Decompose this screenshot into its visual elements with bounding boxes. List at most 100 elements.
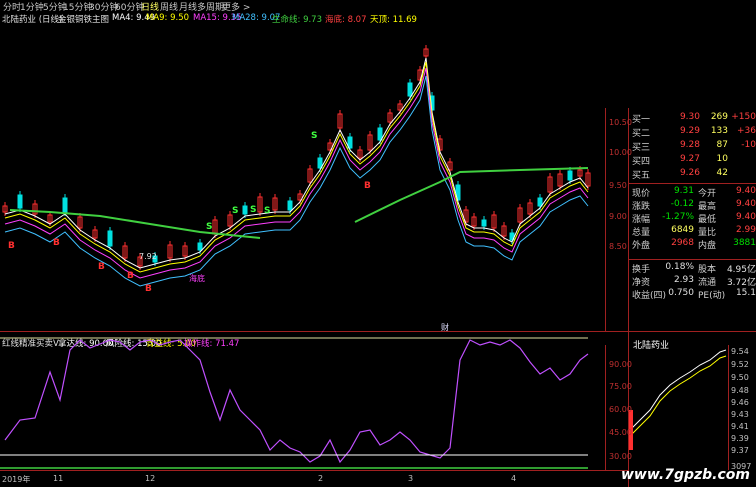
field-label: 涨跌 — [632, 202, 651, 212]
candle-body — [567, 170, 573, 181]
field-value: 9.40 — [735, 199, 756, 209]
field-value: 2.93 — [673, 275, 694, 285]
field-value: 9.31 — [673, 186, 694, 196]
field-label: 内盘 — [698, 241, 717, 251]
field-value: 6849 — [671, 225, 694, 235]
axis-tick-7: 9.39 — [731, 434, 749, 443]
sub-indicator-lines — [0, 337, 589, 469]
finance-row: 换手 0.18% 股本 4.95亿 — [632, 262, 756, 275]
orderbook-volume: 10 — [716, 154, 728, 164]
orderbook-volume: 42 — [716, 168, 728, 178]
field-label: 净资 — [632, 278, 651, 288]
field-value: 0.750 — [668, 288, 694, 298]
field-label: 涨幅 — [632, 215, 651, 225]
sell-signal-4: S — [311, 131, 318, 141]
candle-body — [17, 194, 23, 209]
finance-row: 收益(四) 0.750 PE(动) 15.1 — [632, 288, 756, 301]
orderbook-label: 买四 — [632, 157, 651, 167]
ma15-line — [4, 67, 589, 279]
orderbook-volume: 133 — [710, 126, 728, 136]
field-value: 0.18% — [665, 262, 694, 272]
orderbook-price: 9.27 — [679, 154, 700, 164]
field-value: 4.95亿 — [726, 265, 756, 275]
field-value: 3881 — [733, 238, 756, 248]
axis-tick-0: 90.00 — [609, 360, 632, 369]
axis-tick-6: 9.41 — [731, 422, 749, 431]
date-tick-4: 3 — [408, 474, 414, 483]
quote-row: 涨跌 -0.12 最高 9.40 — [632, 199, 756, 212]
date-tick-5: 4 — [511, 474, 517, 483]
finance-row: 净资 2.93 流通 3.72亿 — [632, 275, 756, 288]
orderbook-change: +36 — [737, 126, 756, 136]
orderbook-label: 买二 — [632, 129, 651, 139]
date-tick-0: 2019年 — [2, 475, 31, 484]
field-label: 最高 — [698, 202, 717, 212]
orderbook-row[interactable]: 买二 9.29 133 +36 — [632, 126, 756, 139]
field-value: 2968 — [671, 238, 694, 248]
axis-tick-3: 9.48 — [731, 386, 749, 395]
axis-tick-2: 9.50 — [731, 373, 749, 382]
lifeline-segment-2 — [354, 167, 589, 223]
field-label: 股本 — [698, 265, 717, 275]
axis-tick-2: 9.50 — [609, 181, 627, 190]
moving-average-lines — [4, 57, 589, 287]
orderbook-row[interactable]: 买四 9.27 10 — [632, 154, 756, 167]
date-tick-1: 11 — [53, 474, 64, 483]
field-value: 2.99 — [735, 225, 756, 235]
field-label: 总量 — [632, 228, 651, 238]
side-avg-line — [629, 355, 727, 437]
lifeline-segment-1 — [9, 209, 261, 239]
side-mini-chart — [629, 349, 727, 450]
axis-tick-3: 45.00 — [609, 428, 632, 437]
field-label: 换手 — [632, 265, 651, 275]
date-tick-3: 2 — [318, 474, 324, 483]
axis-tick-8: 9.37 — [731, 446, 749, 455]
orderbook-row[interactable]: 买一 9.30 269 +150 — [632, 112, 756, 125]
orderbook-row[interactable]: 买三 9.28 87 -10 — [632, 140, 756, 153]
field-value: 3.72亿 — [726, 278, 756, 288]
ma9-line — [4, 61, 589, 273]
field-label: 现价 — [632, 189, 651, 199]
candle-body — [62, 197, 68, 213]
field-label: 量比 — [698, 228, 717, 238]
axis-tick-3: 9.00 — [609, 212, 627, 221]
field-value: -1.27% — [662, 212, 694, 222]
quote-row: 涨幅 -1.27% 最低 9.40 — [632, 212, 756, 225]
candle-body — [287, 200, 293, 211]
axis-tick-1: 10.00 — [609, 148, 632, 157]
candle-body — [481, 219, 487, 227]
field-label: 外盘 — [632, 241, 651, 251]
operate-line — [4, 339, 589, 464]
field-value: 9.40 — [735, 212, 756, 222]
buy-signal-2: B — [98, 262, 105, 272]
orderbook-volume: 87 — [716, 140, 728, 150]
orderbook-price: 9.28 — [679, 140, 700, 150]
buy-signal-3: B — [127, 271, 134, 281]
finance-event-tag[interactable]: 财 — [441, 322, 449, 333]
orderbook-label: 买一 — [632, 115, 651, 125]
candle-body — [407, 82, 413, 97]
candle-body — [537, 197, 543, 207]
buy-signal-0: B — [8, 241, 15, 251]
field-label: 最低 — [698, 215, 717, 225]
field-value: 9.40 — [735, 186, 756, 196]
quote-row: 现价 9.31 今开 9.40 — [632, 186, 756, 199]
axis-tick-4: 9.46 — [731, 398, 749, 407]
axis-tick-1: 75.00 — [609, 382, 632, 391]
sell-signal-1: S — [232, 206, 239, 216]
sell-signal-0: S — [206, 222, 213, 232]
sell-signal-3: S — [264, 206, 271, 216]
orderbook-price: 9.29 — [679, 126, 700, 136]
orderbook-row[interactable]: 买五 9.26 42 — [632, 168, 756, 181]
ma28-line — [4, 75, 589, 287]
orderbook-change: +150 — [731, 112, 756, 122]
date-tick-2: 12 — [145, 474, 156, 483]
field-value: -0.12 — [670, 199, 694, 209]
candle-body — [107, 230, 113, 247]
buy-signal-4: B — [145, 284, 152, 294]
orderbook-label: 买三 — [632, 143, 651, 153]
side-stock-name[interactable]: 北陆药业 — [633, 338, 669, 351]
ma4-line — [4, 57, 589, 269]
quote-row: 总量 6849 量比 2.99 — [632, 225, 756, 238]
axis-tick-2: 60.00 — [609, 405, 632, 414]
